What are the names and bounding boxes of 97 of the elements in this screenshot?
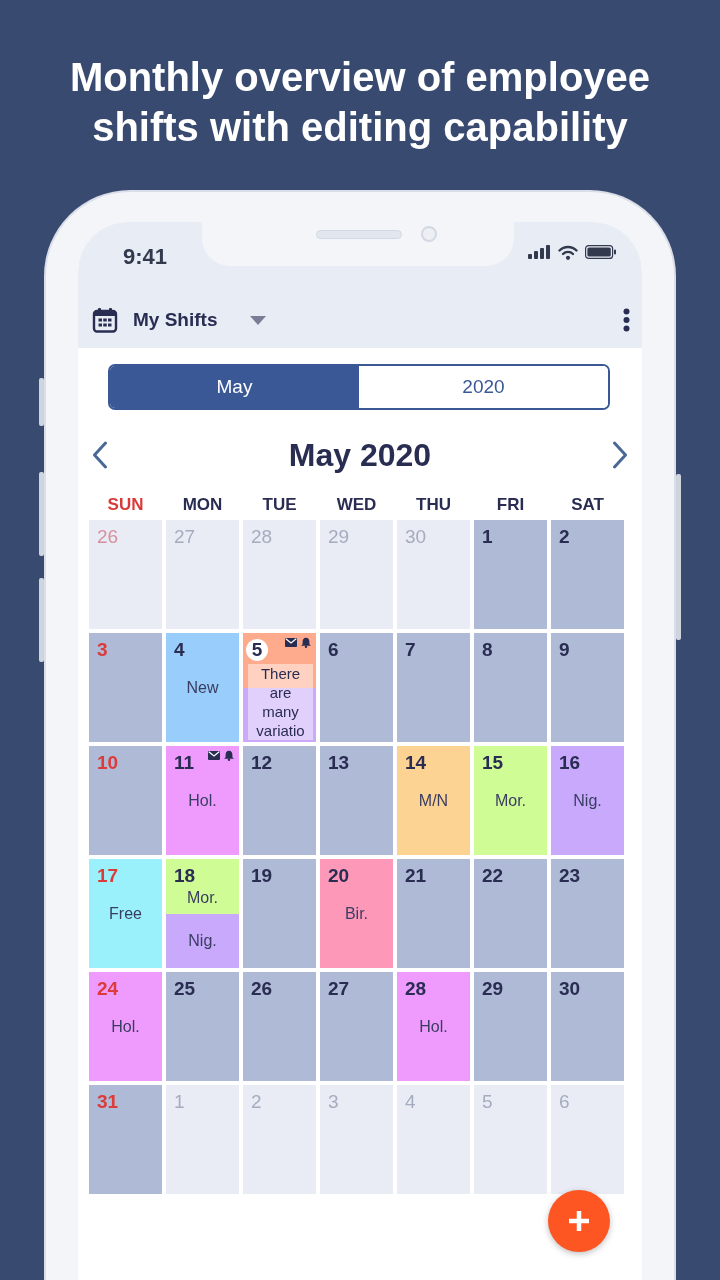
day-cell[interactable]: Hol. 11 (166, 746, 239, 855)
caret-icon (250, 315, 267, 325)
day-number: 4 (405, 1091, 416, 1113)
weekday-label: THU (415, 494, 452, 516)
day-cell[interactable]: 9 (551, 633, 624, 742)
day-number: 27 (174, 526, 196, 548)
day-cell[interactable]: Mor. 15 (474, 746, 547, 855)
day-cell[interactable]: Hol. 24 (89, 972, 162, 1081)
day-cell[interactable]: 7 (397, 633, 470, 742)
day-number: 11 (174, 752, 195, 774)
shift-note: There are many variatio (248, 664, 313, 740)
day-cell[interactable]: 26 (243, 972, 316, 1081)
day-cell[interactable]: 6 (320, 633, 393, 742)
day-number: 6 (328, 639, 339, 661)
headline: Monthly overview of employee shifts with editing capability (68, 54, 652, 151)
more-icon (623, 308, 630, 332)
day-number: 24 (97, 978, 119, 1000)
day-number: 27 (328, 978, 350, 1000)
weekday-label: FRI (495, 494, 526, 516)
day-number: 29 (328, 526, 350, 548)
more-options-button[interactable] (623, 308, 630, 332)
day-cell[interactable]: Nig. 16 (551, 746, 624, 855)
day-number: 7 (405, 639, 416, 661)
day-number: 8 (482, 639, 493, 661)
previous-month-button[interactable] (92, 441, 108, 469)
day-cell[interactable]: 8 (474, 633, 547, 742)
day-number: 18 (174, 865, 196, 887)
day-number: 23 (559, 865, 581, 887)
day-cell[interactable]: 2 (551, 520, 624, 629)
next-month-button[interactable] (612, 441, 628, 469)
day-cell[interactable]: 1 (474, 520, 547, 629)
day-number: 6 (559, 1091, 570, 1113)
add-shift-button[interactable] (548, 1190, 610, 1252)
chevron-left-icon (92, 441, 108, 469)
day-number: 17 (97, 865, 119, 887)
day-cell[interactable]: 19 (243, 859, 316, 968)
day-number: 28 (251, 526, 273, 548)
plus-icon (567, 1209, 591, 1233)
wifi-icon (558, 244, 578, 260)
day-number: 29 (482, 978, 504, 1000)
weekday-label: MON (181, 494, 224, 516)
day-number: 26 (251, 978, 273, 1000)
day-number: 31 (97, 1091, 119, 1113)
day-number: 2 (559, 526, 570, 548)
shift-view-dropdown[interactable]: My Shifts (133, 309, 267, 331)
day-number: 13 (328, 752, 350, 774)
status-time: 9:41 (123, 244, 168, 270)
day-number: 25 (174, 978, 196, 1000)
day-number: 19 (251, 865, 273, 887)
signal-icon (528, 245, 551, 259)
day-cell[interactable]: 25 (166, 972, 239, 1081)
calendar-icon (92, 307, 118, 333)
day-number: 12 (251, 752, 273, 774)
day-number: 15 (482, 752, 504, 774)
weekday-label: TUE (261, 494, 298, 516)
day-cell[interactable]: 23 (551, 859, 624, 968)
day-number: 1 (174, 1091, 185, 1113)
day-number: 30 (405, 526, 427, 548)
day-cell[interactable]: 27 (320, 972, 393, 1081)
day-number: 30 (559, 978, 581, 1000)
day-number: 10 (97, 752, 119, 774)
day-cell[interactable]: 30 (551, 972, 624, 1081)
day-cell[interactable]: 22 (474, 859, 547, 968)
day-number: 4 (174, 639, 185, 661)
day-number: 5 (482, 1091, 493, 1113)
weekday-label: SAT (570, 494, 605, 516)
weekday-label: SUN (106, 494, 145, 516)
day-number: 22 (482, 865, 504, 887)
day-cell[interactable]: 29 (474, 972, 547, 1081)
month-title: May 2020 (288, 436, 432, 474)
camera-lens (421, 226, 437, 242)
day-number: 16 (559, 752, 581, 774)
day-number: 14 (405, 752, 427, 774)
day-number: 3 (97, 639, 108, 661)
chevron-right-icon (612, 441, 628, 469)
day-cell[interactable]: New 4 (166, 633, 239, 742)
day-number: 3 (328, 1091, 339, 1113)
day-cell[interactable]: Mor. Nig. 18 (166, 859, 239, 968)
day-cell[interactable]: M/N 14 (397, 746, 470, 855)
weekday-label: WED (335, 494, 378, 516)
day-cell[interactable]: 5 There are many variatio (243, 633, 316, 742)
day-number: 2 (251, 1091, 262, 1113)
day-cell[interactable]: 21 (397, 859, 470, 968)
shift-block: Nig. (166, 913, 239, 968)
day-number: 28 (405, 978, 427, 1000)
toggle-tab[interactable]: May (110, 366, 359, 408)
day-number: 9 (559, 639, 570, 661)
day-cell[interactable]: Free 17 (89, 859, 162, 968)
day-number: 21 (405, 865, 427, 887)
day-cell[interactable]: 13 (320, 746, 393, 855)
day-cell[interactable]: 12 (243, 746, 316, 855)
day-number: 26 (97, 526, 119, 548)
day-cell[interactable]: Bir. 20 (320, 859, 393, 968)
battery-icon (585, 245, 616, 259)
day-number: 1 (482, 526, 493, 548)
day-cell[interactable]: Hol. 28 (397, 972, 470, 1081)
day-number: 20 (328, 865, 350, 887)
